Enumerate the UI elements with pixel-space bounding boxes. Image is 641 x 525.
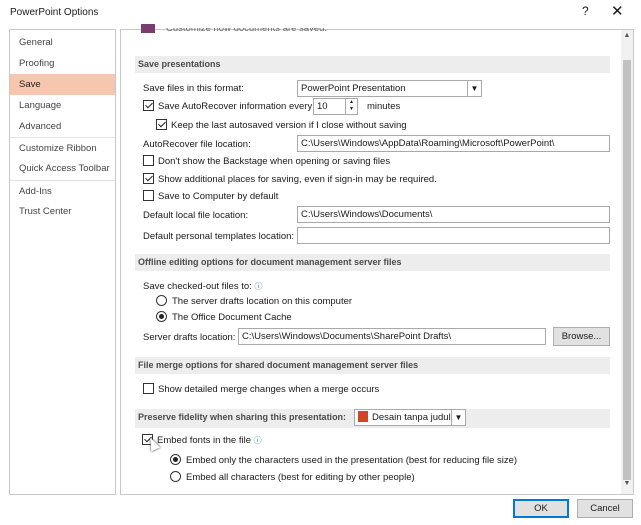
ok-button[interactable]: OK [513,499,569,518]
default-templates-location-label: Default personal templates location: [143,231,295,242]
embed-all-characters-label: Embed all characters (best for editing b… [186,472,415,483]
content-scrollbar[interactable]: ▲ ▼ [621,30,633,494]
keep-last-autosaved-label: Keep the last autosaved version if I clo… [171,120,407,131]
autorecover-checkbox[interactable] [143,100,154,111]
default-templates-location-input[interactable] [297,227,610,244]
sidebar-item-advanced[interactable]: Advanced [10,116,115,137]
sidebar-item-save[interactable]: Save [10,74,115,95]
default-local-location-label: Default local file location: [143,210,249,221]
autorecover-location-input[interactable]: C:\Users\Windows\AppData\Roaming\Microso… [297,135,610,152]
sidebar-item-customize-ribbon[interactable]: Customize Ribbon [10,137,115,158]
browse-button[interactable]: Browse... [553,327,610,346]
server-drafts-radio[interactable] [156,295,167,306]
minutes-label: minutes [367,101,401,112]
sidebar-item-add-ins[interactable]: Add-Ins [10,180,115,201]
backstage-label: Don't show the Backstage when opening or… [158,156,391,167]
scrollbar-thumb[interactable] [623,60,631,480]
office-cache-radio[interactable] [156,311,167,322]
info-icon: ⓘ [254,282,263,291]
sidebar-item-trust-center[interactable]: Trust Center [10,201,115,222]
scroll-up-icon[interactable]: ▲ [621,32,633,44]
powerpoint-file-icon [358,411,368,422]
save-to-computer-label: Save to Computer by default [158,191,279,202]
section-header-save-presentations: Save presentations [135,56,610,73]
autorecover-label: Save AutoRecover information every [158,101,313,112]
embed-fonts-label: Embed fonts in the file ⓘ [157,435,262,446]
autorecover-minutes-stepper[interactable]: 10 ▲ ▼ [313,98,358,115]
keep-last-autosaved-checkbox[interactable] [156,119,167,130]
save-section-icon [141,24,155,33]
info-icon: ⓘ [253,436,262,445]
save-checked-out-label: Save checked-out files to: ⓘ [143,281,263,292]
server-drafts-location-input[interactable]: C:\Users\Windows\Documents\SharePoint Dr… [238,328,546,345]
autorecover-minutes-value: 10 [317,101,328,112]
chevron-down-icon: ▼ [451,410,465,425]
sidebar-item-general[interactable]: General [10,32,115,53]
preserve-fidelity-label: Preserve fidelity when sharing this pres… [138,412,347,422]
title-bar: PowerPoint Options ? ✕ [0,0,641,26]
stepper-arrows-icon[interactable]: ▲ ▼ [345,99,357,114]
show-merge-changes-checkbox[interactable] [143,383,154,394]
close-button[interactable]: ✕ [611,2,624,20]
show-merge-changes-label: Show detailed merge changes when a merge… [158,384,380,395]
cancel-button[interactable]: Cancel [577,499,633,518]
sidebar-item-language[interactable]: Language [10,95,115,116]
save-to-computer-checkbox[interactable] [143,190,154,201]
options-sidebar: General Proofing Save Language Advanced … [9,29,116,495]
embed-all-characters-radio[interactable] [170,471,181,482]
save-format-select[interactable]: PowerPoint Presentation ▼ [297,80,482,97]
additional-places-checkbox[interactable] [143,173,154,184]
section-header-offline-editing: Offline editing options for document man… [135,254,610,271]
window-title: PowerPoint Options [10,7,99,18]
additional-places-label: Show additional places for saving, even … [158,174,437,185]
embed-only-used-radio[interactable] [170,454,181,465]
autorecover-location-label: AutoRecover file location: [143,139,251,150]
server-drafts-location-label: Server drafts location: [143,332,236,343]
presentation-select-value: Desain tanpa judul [372,412,451,423]
section-header-file-merge: File merge options for shared document m… [135,357,610,374]
server-drafts-option-label: The server drafts location on this compu… [172,296,353,307]
backstage-checkbox[interactable] [143,155,154,166]
default-local-location-input[interactable]: C:\Users\Windows\Documents\ [297,206,610,223]
presentation-select[interactable]: Desain tanpa judul ▼ [354,409,466,426]
sidebar-item-proofing[interactable]: Proofing [10,53,115,74]
scroll-down-icon[interactable]: ▼ [621,480,633,492]
save-format-value: PowerPoint Presentation [301,83,406,94]
embed-only-used-label: Embed only the characters used in the pr… [186,455,518,466]
chevron-down-icon: ▼ [467,81,481,96]
office-cache-option-label: The Office Document Cache [172,312,292,323]
help-button[interactable]: ? [582,4,589,18]
save-format-label: Save files in this format: [143,83,244,94]
sidebar-item-quick-access-toolbar[interactable]: Quick Access Toolbar [10,158,115,179]
